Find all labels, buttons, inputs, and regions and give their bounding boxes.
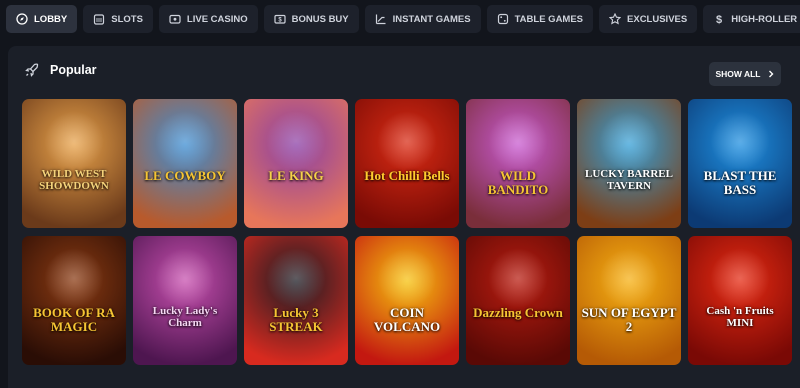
- dollar-icon: $: [716, 14, 722, 25]
- game-tile[interactable]: Hot Chilli Bells: [355, 99, 459, 228]
- nav-item-table-games[interactable]: TABLE GAMES: [486, 5, 594, 33]
- nav-item-label: HIGH-ROLLER GAMES: [731, 13, 800, 25]
- rocket-icon: [25, 63, 39, 77]
- game-title: WILD BANDITO: [487, 168, 549, 197]
- nav-item-high-roller-games[interactable]: $ HIGH-ROLLER GAMES: [703, 5, 800, 33]
- game-tile[interactable]: Cash 'n Fruits MINI: [688, 236, 792, 365]
- tv-icon: [169, 14, 181, 24]
- game-artwork: [377, 248, 437, 308]
- chevron-right-icon: [768, 70, 773, 78]
- game-artwork: [266, 111, 326, 171]
- game-artwork: [599, 248, 659, 308]
- game-artwork: [488, 248, 548, 308]
- game-tile[interactable]: WILD BANDITO: [466, 99, 570, 228]
- category-nav: LOBBY SLOTS LIVE CASINO $ BONUS BUY INSTANT G…: [0, 0, 800, 38]
- compass-icon: [16, 13, 28, 25]
- game-title: BOOK OF RA MAGIC: [33, 305, 115, 334]
- game-tile[interactable]: Dazzling Crown: [466, 236, 570, 365]
- svg-text:$: $: [716, 14, 722, 25]
- game-tile[interactable]: WILD WEST SHOWDOWN: [22, 99, 126, 228]
- nav-item-label: TABLE GAMES: [514, 13, 584, 25]
- nav-item-live-casino[interactable]: LIVE CASINO: [158, 5, 258, 33]
- nav-item-label: BONUS BUY: [291, 13, 349, 25]
- nav-item-slots[interactable]: SLOTS: [83, 5, 153, 33]
- game-title: LUCKY BARREL TAVERN: [585, 168, 673, 192]
- section-header: Popular: [24, 62, 97, 78]
- section-title: Popular: [50, 63, 97, 77]
- game-title: WILD WEST SHOWDOWN: [39, 168, 109, 192]
- game-tile[interactable]: Lucky 3 STREAK: [244, 236, 348, 365]
- game-title: Cash 'n Fruits MINI: [706, 305, 774, 329]
- slot-machine-icon: [94, 14, 105, 25]
- show-all-button[interactable]: SHOW ALL: [709, 62, 781, 86]
- game-artwork: [155, 248, 215, 308]
- nav-item-bonus-buy[interactable]: $ BONUS BUY: [263, 5, 359, 33]
- dice-icon: [497, 13, 508, 25]
- game-artwork: [488, 111, 548, 171]
- game-artwork: [44, 111, 104, 171]
- game-artwork: [266, 248, 326, 308]
- game-title: Hot Chilli Bells: [364, 168, 450, 183]
- game-tile[interactable]: Lucky Lady's Charm: [133, 236, 237, 365]
- game-title: LE COWBOY: [144, 168, 226, 183]
- game-tile[interactable]: BOOK OF RA MAGIC: [22, 236, 126, 365]
- popular-section: Popular SHOW ALL WILD WEST SHOWDOWN LE CO…: [8, 46, 800, 388]
- game-tile[interactable]: BLAST THE BASS: [688, 99, 792, 228]
- game-artwork: [710, 111, 770, 171]
- game-title: Dazzling Crown: [473, 305, 563, 320]
- chart-arrow-icon: [375, 14, 386, 25]
- game-title: BLAST THE BASS: [703, 168, 777, 197]
- game-artwork: [155, 111, 215, 171]
- game-title: Lucky 3 STREAK: [269, 305, 323, 334]
- game-artwork: [599, 111, 659, 171]
- game-tile[interactable]: LE COWBOY: [133, 99, 237, 228]
- nav-item-instant-games[interactable]: INSTANT GAMES: [364, 5, 481, 33]
- game-tile[interactable]: LUCKY BARREL TAVERN: [577, 99, 681, 228]
- game-artwork: [377, 111, 437, 171]
- game-tile[interactable]: LE KING: [244, 99, 348, 228]
- game-title: SUN OF EGYPT 2: [581, 305, 677, 334]
- show-all-label: SHOW ALL: [715, 69, 761, 79]
- dollar-card-icon: $: [274, 14, 286, 24]
- game-tile[interactable]: COIN VOLCANO: [355, 236, 459, 365]
- game-title: COIN VOLCANO: [373, 305, 441, 334]
- nav-item-label: EXCLUSIVES: [627, 13, 688, 25]
- game-title: LE KING: [268, 168, 324, 183]
- game-tile[interactable]: SUN OF EGYPT 2: [577, 236, 681, 365]
- nav-item-label: LIVE CASINO: [186, 13, 248, 25]
- nav-item-label: INSTANT GAMES: [392, 13, 471, 25]
- game-artwork: [44, 248, 104, 308]
- star-icon: [609, 13, 622, 25]
- game-artwork: [710, 248, 770, 308]
- nav-item-lobby[interactable]: LOBBY: [6, 5, 78, 33]
- nav-item-label: SLOTS: [111, 13, 143, 25]
- game-title: Lucky Lady's Charm: [152, 305, 218, 329]
- nav-item-label: LOBBY: [34, 13, 68, 25]
- nav-item-exclusives[interactable]: EXCLUSIVES: [599, 5, 698, 33]
